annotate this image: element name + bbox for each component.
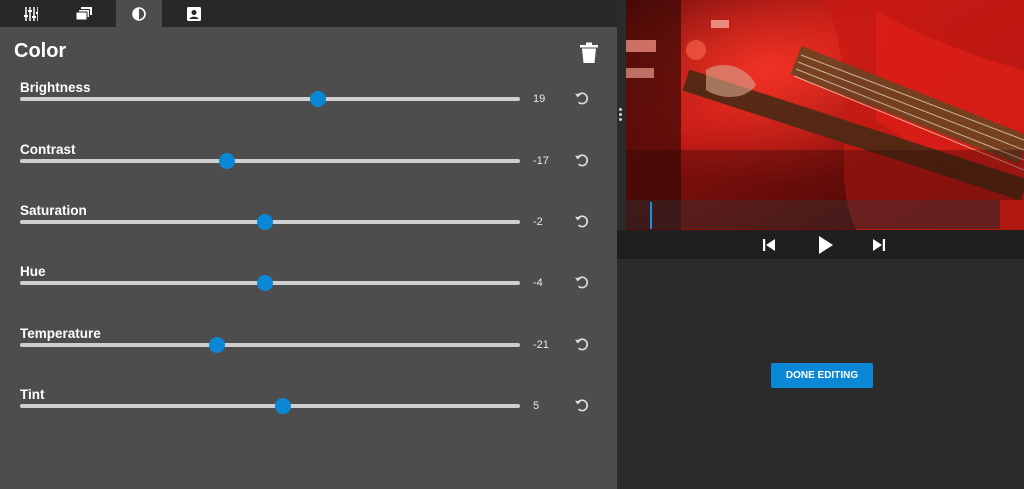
slider-thumb[interactable] xyxy=(209,337,225,353)
done-editing-button[interactable]: DONE EDITING xyxy=(771,363,873,388)
playhead[interactable] xyxy=(650,202,653,229)
play-icon[interactable] xyxy=(815,235,835,255)
timeline-scrubber[interactable] xyxy=(626,200,1000,229)
reset-icon[interactable] xyxy=(574,152,590,168)
slider-thumb[interactable] xyxy=(310,91,326,107)
slider-label: Saturation xyxy=(20,203,87,218)
skip-previous-icon[interactable] xyxy=(760,236,778,254)
slider-label: Tint xyxy=(20,387,45,402)
slider-thumb[interactable] xyxy=(219,153,235,169)
reset-icon[interactable] xyxy=(574,274,590,290)
player-controls xyxy=(617,230,1024,259)
slider-row-hue: Hue -4 xyxy=(0,264,617,324)
cello-video-frame xyxy=(626,0,1024,230)
slider-label: Brightness xyxy=(20,80,91,95)
panel-resize-handle[interactable] xyxy=(619,108,623,122)
reset-icon[interactable] xyxy=(574,213,590,229)
slider-value: -2 xyxy=(533,216,543,228)
tab-layers[interactable] xyxy=(61,0,107,27)
skip-next-icon[interactable] xyxy=(870,236,888,254)
sliders-icon xyxy=(24,6,38,21)
slider-label: Temperature xyxy=(20,326,101,341)
tab-adjust[interactable] xyxy=(8,0,54,27)
slider-value: -17 xyxy=(533,155,549,167)
slider-track[interactable] xyxy=(20,275,520,291)
panel-title: Color xyxy=(14,40,67,62)
color-adjust-panel: Color Brightness 19 Contrast -17 Saturation -… xyxy=(0,0,617,489)
slider-value: 5 xyxy=(533,400,540,412)
tab-color[interactable] xyxy=(116,0,162,27)
video-preview[interactable] xyxy=(626,0,1024,230)
slider-value: 19 xyxy=(533,93,546,105)
slider-label: Contrast xyxy=(20,142,76,157)
slider-row-tint: Tint 5 xyxy=(0,387,617,447)
slider-row-saturation: Saturation -2 xyxy=(0,203,617,263)
reset-icon[interactable] xyxy=(574,397,590,413)
tool-tab-bar xyxy=(0,0,617,27)
trash-icon[interactable] xyxy=(579,42,599,64)
slider-thumb[interactable] xyxy=(275,398,291,414)
slider-row-brightness: Brightness 19 xyxy=(0,80,617,140)
reset-icon[interactable] xyxy=(574,90,590,106)
slider-thumb[interactable] xyxy=(257,214,273,230)
reset-icon[interactable] xyxy=(574,336,590,352)
slider-track[interactable] xyxy=(20,214,520,230)
slider-value: -4 xyxy=(533,277,543,289)
slider-value: -21 xyxy=(533,339,549,351)
slider-label: Hue xyxy=(20,264,46,279)
slider-row-temperature: Temperature -21 xyxy=(0,326,617,386)
tab-portrait[interactable] xyxy=(171,0,217,27)
slider-track[interactable] xyxy=(20,91,520,107)
layers-icon xyxy=(76,6,92,20)
slider-row-contrast: Contrast -17 xyxy=(0,142,617,202)
contrast-icon xyxy=(132,6,146,21)
slider-track[interactable] xyxy=(20,153,520,169)
slider-track[interactable] xyxy=(20,398,520,414)
slider-track[interactable] xyxy=(20,337,520,353)
portrait-icon xyxy=(187,6,201,21)
slider-thumb[interactable] xyxy=(257,275,273,291)
